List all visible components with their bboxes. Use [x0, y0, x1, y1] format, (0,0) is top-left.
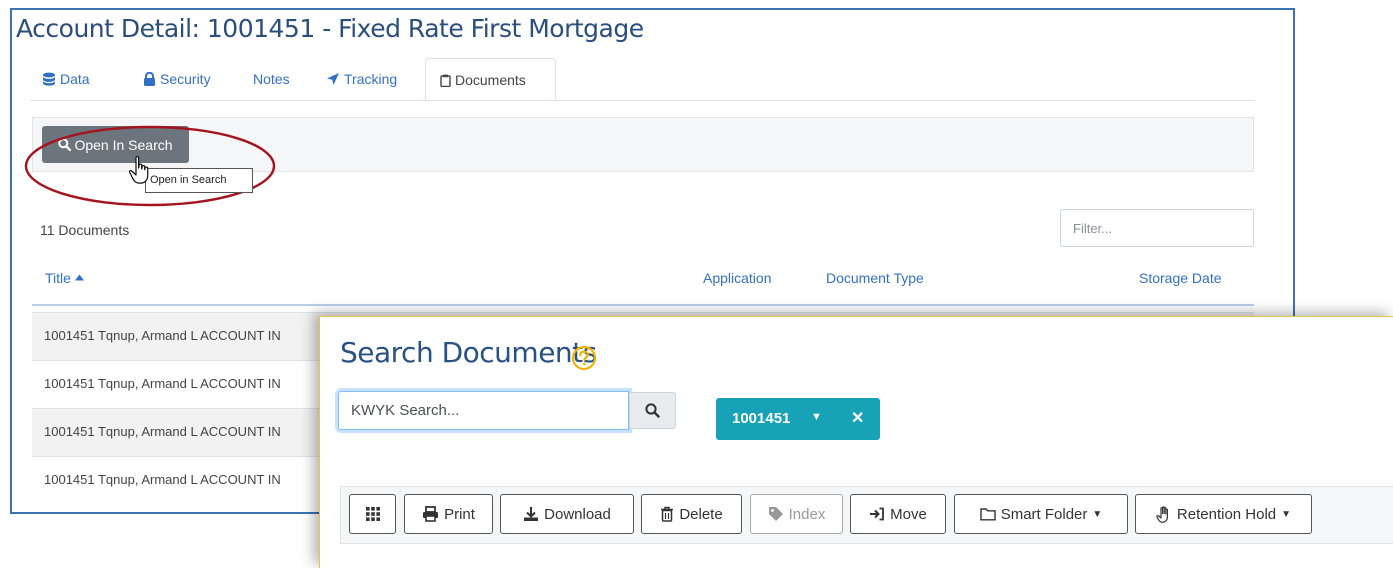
folder-icon	[979, 508, 996, 521]
tab-tracking-label: Tracking	[344, 71, 398, 87]
tooltip: Open in Search	[145, 168, 253, 193]
hand-cursor-icon	[128, 156, 149, 184]
download-label: Download	[544, 505, 611, 523]
index-label: Index	[788, 505, 826, 523]
column-header-storage-date[interactable]: Storage Date	[1139, 270, 1222, 286]
chevron-down-icon: ▼	[1281, 508, 1292, 520]
search-icon	[645, 403, 660, 418]
column-title-label: Title	[45, 270, 71, 286]
account-filter-chip[interactable]: 1001451 ▼ ✕	[716, 398, 880, 440]
move-label: Move	[890, 505, 927, 523]
tab-tracking[interactable]: Tracking	[326, 58, 397, 100]
tag-icon	[768, 507, 783, 521]
chevron-down-icon: ▼	[1092, 508, 1103, 520]
printer-icon	[423, 506, 439, 522]
table-header-divider	[32, 304, 1254, 306]
tab-documents[interactable]: Documents	[425, 58, 556, 100]
tab-documents-label: Documents	[455, 72, 526, 88]
tab-bar: Data Security Notes Tracking Documents	[30, 58, 1255, 101]
lock-icon	[144, 71, 155, 86]
chevron-down-icon[interactable]: ▼	[811, 411, 822, 423]
search-documents-title: Search Documents	[340, 336, 597, 369]
sort-ascending-icon	[74, 274, 84, 281]
database-icon	[43, 72, 55, 86]
tab-security[interactable]: Security	[143, 58, 211, 100]
document-count: 11 Documents	[40, 222, 130, 238]
delete-label: Delete	[679, 505, 723, 523]
close-icon[interactable]: ✕	[851, 408, 864, 428]
index-button[interactable]: Index	[750, 494, 843, 534]
retention-hold-dropdown[interactable]: Retention Hold ▼	[1135, 494, 1312, 534]
trash-icon	[661, 506, 674, 522]
grid-icon	[365, 507, 380, 521]
tab-notes-label: Notes	[253, 71, 290, 87]
hand-icon	[1156, 505, 1168, 523]
row-title: 1001451 Tqnup, Armand L ACCOUNT IN	[44, 328, 281, 343]
smart-folder-dropdown[interactable]: Smart Folder ▼	[954, 494, 1128, 534]
grid-view-button[interactable]	[349, 494, 396, 534]
clipboard-icon	[440, 74, 451, 88]
tab-data-label: Data	[60, 71, 90, 87]
row-title: 1001451 Tqnup, Armand L ACCOUNT IN	[44, 376, 281, 391]
delete-button[interactable]: Delete	[641, 494, 742, 534]
download-button[interactable]: Download	[500, 494, 634, 534]
search-submit-button[interactable]	[629, 392, 676, 429]
help-icon[interactable]	[571, 345, 597, 371]
print-button[interactable]: Print	[404, 494, 493, 534]
move-button[interactable]: Move	[850, 494, 946, 534]
location-arrow-icon	[327, 73, 339, 85]
tab-security-label: Security	[160, 71, 211, 87]
print-label: Print	[444, 505, 475, 523]
download-icon	[524, 507, 539, 521]
move-icon	[870, 507, 885, 521]
smart-folder-label: Smart Folder	[1000, 505, 1088, 523]
retention-hold-label: Retention Hold	[1176, 505, 1277, 523]
tab-data[interactable]: Data	[42, 58, 90, 100]
column-header-title[interactable]: Title	[45, 270, 84, 286]
filter-input[interactable]	[1060, 209, 1254, 247]
column-header-application[interactable]: Application	[703, 270, 772, 286]
column-header-document-type[interactable]: Document Type	[826, 270, 924, 286]
tab-notes[interactable]: Notes	[253, 58, 290, 100]
row-title: 1001451 Tqnup, Armand L ACCOUNT IN	[44, 472, 281, 487]
kwyk-search-input[interactable]	[338, 391, 629, 430]
account-chip-label: 1001451	[732, 410, 791, 427]
account-detail-title: Account Detail: 1001451 - Fixed Rate Fir…	[16, 14, 644, 43]
row-title: 1001451 Tqnup, Armand L ACCOUNT IN	[44, 424, 281, 439]
